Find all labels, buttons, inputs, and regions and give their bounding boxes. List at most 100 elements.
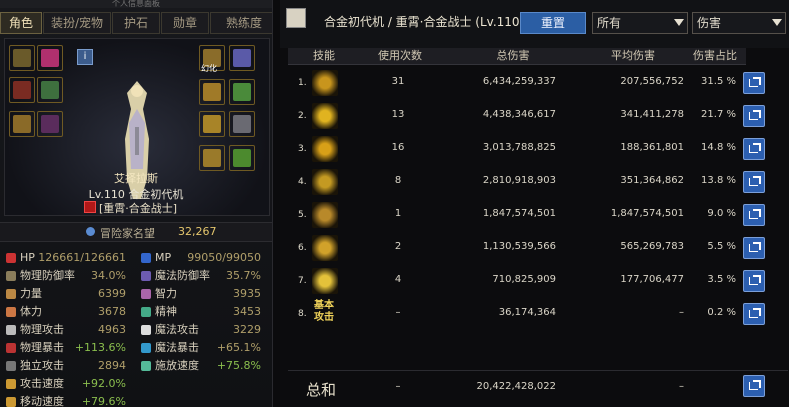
damage-table-header: 技能 使用次数 总伤害 平均伤害 伤害占比: [288, 48, 746, 65]
stat-value: +75.8%: [216, 359, 261, 372]
stat-label: 魔法攻击: [155, 323, 199, 336]
share-button[interactable]: [743, 105, 765, 127]
stat-magic-star: 魔法攻击 3229: [141, 322, 261, 338]
stat-independent-atk: 独立攻击 2894: [6, 358, 126, 374]
share-button[interactable]: [743, 171, 765, 193]
equip-slot-head[interactable]: [37, 77, 63, 103]
stat-label: 物理暴击: [20, 341, 64, 354]
stat-value: +65.1%: [216, 341, 261, 354]
table-row: 8. 基本攻击 – 36,174,364 – 0.2 %: [288, 297, 788, 330]
column-header-damage-share: 伤害占比: [693, 49, 737, 62]
share-button[interactable]: [743, 72, 765, 94]
row-total-damage: 1,130,539,566: [482, 241, 556, 252]
row-total-damage: 710,825,909: [492, 274, 556, 285]
independent-atk-icon: [6, 361, 16, 371]
fame-icon: [86, 227, 95, 236]
phys-crit-icon: [6, 343, 16, 353]
skill-icon: [312, 235, 338, 261]
row-uses: 8: [394, 175, 402, 186]
share-button[interactable]: [743, 303, 765, 325]
equip-slot-magic-stone[interactable]: [199, 145, 225, 171]
row-total-damage: 2,810,918,903: [482, 175, 556, 186]
chevron-down-icon: [772, 19, 782, 26]
equip-slot-earring[interactable]: [229, 145, 255, 171]
share-total-button[interactable]: [743, 375, 765, 397]
strength-icon: [6, 289, 16, 299]
equip-slot-top[interactable]: [9, 77, 35, 103]
metric-select[interactable]: 伤害: [692, 12, 786, 34]
filter-select-value: 所有: [597, 16, 622, 30]
class-checkbox-icon[interactable]: [84, 201, 96, 213]
stat-value: 2894: [98, 359, 126, 372]
equip-slot-subequip[interactable]: [229, 111, 255, 137]
stat-move-speed: 移动速度 +79.6%: [6, 394, 126, 407]
fame-label: 冒险家名望: [100, 227, 155, 240]
equip-slot-ring[interactable]: [199, 111, 225, 137]
row-uses: –: [395, 307, 401, 318]
transmog-badge: 幻化: [201, 64, 217, 73]
equip-slot-title[interactable]: [37, 45, 63, 71]
row-rank: 2.: [298, 111, 307, 121]
row-total-damage: 3,013,788,825: [482, 142, 556, 153]
table-row: 6. 2 1,130,539,566 565,269,783 5.5 %: [288, 231, 788, 264]
skill-icon: [312, 202, 338, 228]
share-button[interactable]: [743, 237, 765, 259]
stat-phys-crit: 物理暴击 +113.6%: [6, 340, 126, 356]
stat-value: 35.7%: [226, 269, 261, 282]
row-damage-share: 3.5 %: [707, 274, 736, 285]
magic-star-icon: [141, 325, 151, 335]
character-panel: 个人信息面板 角色 装扮/宠物 护石 勋章 熟练度 i 幻化 艾择拉斯 Lv.1…: [0, 0, 273, 407]
stat-value: 126661/126661: [38, 251, 126, 264]
stat-intellect: 智力 3935: [141, 286, 261, 302]
tab-proficiency[interactable]: 熟练度: [210, 12, 272, 34]
stat-value: 34.0%: [91, 269, 126, 282]
damage-header: 合金初代机 / 重霄·合金战士 (Lv.110) 重置 所有 伤害: [280, 0, 789, 48]
reset-button[interactable]: 重置: [520, 12, 586, 34]
row-uses: 31: [391, 76, 405, 87]
table-row: 2. 13 4,438,346,617 341,411,278 21.7 %: [288, 99, 788, 132]
character-tabs: 角色 装扮/宠物 护石 勋章 熟练度: [0, 12, 272, 34]
tab-medal[interactable]: 勋章: [161, 12, 209, 34]
row-uses: 16: [391, 142, 405, 153]
tab-avatar-pet[interactable]: 装扮/宠物: [43, 12, 111, 34]
row-average-damage: 1,847,574,501: [610, 208, 684, 219]
row-uses: 1: [394, 208, 402, 219]
share-button[interactable]: [743, 204, 765, 226]
tab-character[interactable]: 角色: [0, 12, 42, 34]
stat-label: MP: [155, 251, 172, 264]
row-total-damage: 1,847,574,501: [482, 208, 556, 219]
total-damage: 20,422,428,022: [476, 381, 556, 392]
row-average-damage: 207,556,752: [620, 76, 684, 87]
stat-value: +79.6%: [81, 395, 126, 407]
row-damage-share: 31.5 %: [701, 76, 736, 87]
equip-slot-bracelet[interactable]: [199, 79, 225, 105]
equip-slot-pants[interactable]: [9, 111, 35, 137]
equip-slot-belt[interactable]: [37, 111, 63, 137]
stat-value: 3229: [233, 323, 261, 336]
move-speed-icon: [6, 397, 16, 407]
damage-title: 合金初代机 / 重霄·合金战士 (Lv.110): [324, 15, 525, 29]
skill-icon: [312, 70, 338, 96]
column-header-average-damage: 平均伤害: [611, 49, 655, 62]
filter-select[interactable]: 所有: [592, 12, 688, 34]
row-average-damage: 177,706,477: [620, 274, 684, 285]
row-rank: 7.: [298, 276, 307, 286]
tab-talisman[interactable]: 护石: [112, 12, 160, 34]
character-class-label: [重霄·合金战士]: [99, 202, 178, 215]
share-button[interactable]: [743, 270, 765, 292]
row-rank: 1.: [298, 78, 307, 88]
character-window-title: 个人信息面板: [0, 0, 272, 8]
stat-spirit: 精神 3453: [141, 304, 261, 320]
share-button[interactable]: [743, 138, 765, 160]
stat-label: 精神: [155, 305, 177, 318]
stat-label: 物理攻击: [20, 323, 64, 336]
equip-slot-weapon[interactable]: [9, 45, 35, 71]
info-icon[interactable]: i: [77, 49, 93, 65]
stat-value: 3935: [233, 287, 261, 300]
magic-shield-icon: [141, 271, 151, 281]
stat-vitality: 体力 3678: [6, 304, 126, 320]
row-damage-share: 9.0 %: [707, 208, 736, 219]
stat-label: 独立攻击: [20, 359, 64, 372]
equip-slot-accessory-2[interactable]: [229, 45, 255, 71]
equip-slot-necklace[interactable]: [229, 79, 255, 105]
